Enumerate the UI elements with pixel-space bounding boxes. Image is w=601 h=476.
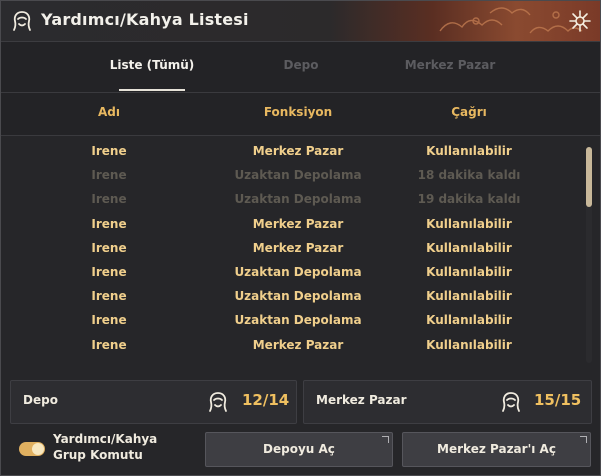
active-tab-indicator bbox=[119, 89, 185, 91]
group-command-toggle[interactable] bbox=[19, 442, 45, 456]
helper-name: Irene bbox=[91, 192, 127, 206]
table-row[interactable]: Irene Merkez Pazar Kullanılabilir bbox=[1, 238, 581, 262]
helper-call-status: Kullanılabilir bbox=[426, 217, 512, 231]
tab-central-market[interactable]: Merkez Pazar bbox=[391, 58, 509, 72]
helper-name: Irene bbox=[91, 338, 127, 352]
storage-counter: Depo 12/14 bbox=[10, 380, 297, 424]
helper-function: Uzaktan Depolama bbox=[234, 192, 362, 206]
column-header-call[interactable]: Çağrı bbox=[399, 105, 539, 119]
table-row[interactable]: Irene Uzaktan Depolama Kullanılabilir bbox=[1, 310, 581, 334]
helper-function: Merkez Pazar bbox=[252, 241, 344, 255]
open-market-button[interactable]: Merkez Pazar'ı Aç bbox=[402, 432, 591, 467]
tab-storage[interactable]: Depo bbox=[271, 58, 331, 72]
table-row[interactable]: Irene Uzaktan Depolama 19 dakika kaldı bbox=[1, 189, 581, 213]
helper-call-status: 18 dakika kaldı bbox=[417, 168, 521, 182]
helper-call-status: Kullanılabilir bbox=[426, 289, 512, 303]
corner-arrow-icon bbox=[580, 436, 587, 443]
market-counter-value: 15/15 bbox=[534, 391, 582, 409]
table-row[interactable]: Irene Merkez Pazar Kullanılabilir bbox=[1, 141, 581, 165]
group-command-label: Yardımcı/Kahya Grup Komutu bbox=[53, 432, 158, 462]
storage-counter-value: 12/14 bbox=[242, 391, 290, 409]
window-title: Yardımcı/Kahya Listesi bbox=[41, 10, 249, 29]
table-row[interactable]: Irene Merkez Pazar Kullanılabilir bbox=[1, 335, 581, 359]
corner-arrow-icon bbox=[382, 436, 389, 443]
helper-name: Irene bbox=[91, 241, 127, 255]
helper-function: Uzaktan Depolama bbox=[234, 289, 362, 303]
title-bar[interactable]: Yardımcı/Kahya Listesi bbox=[1, 1, 600, 42]
table-row[interactable]: Irene Uzaktan Depolama Kullanılabilir bbox=[1, 262, 581, 286]
helper-list-window: Yardımcı/Kahya Listesi Liste (Tümü) Depo… bbox=[0, 0, 601, 476]
column-headers: Adı Fonksiyon Çağrı bbox=[1, 93, 600, 136]
helper-call-status: Kullanılabilir bbox=[426, 265, 512, 279]
helper-function: Uzaktan Depolama bbox=[234, 313, 362, 327]
helper-function: Uzaktan Depolama bbox=[234, 265, 362, 279]
market-counter-label: Merkez Pazar bbox=[316, 393, 407, 407]
open-storage-label: Depoyu Aç bbox=[263, 442, 335, 456]
cloud-pattern-decoration bbox=[439, 7, 583, 34]
helper-function: Merkez Pazar bbox=[252, 217, 344, 231]
tab-list-all[interactable]: Liste (Tümü) bbox=[99, 58, 205, 72]
list-scrollbar-thumb[interactable] bbox=[586, 147, 592, 207]
helper-name: Irene bbox=[91, 144, 127, 158]
helper-call-status: Kullanılabilir bbox=[426, 338, 512, 352]
helper-name: Irene bbox=[91, 168, 127, 182]
helper-function: Merkez Pazar bbox=[252, 338, 344, 352]
helper-call-status: Kullanılabilir bbox=[426, 144, 512, 158]
helper-name: Irene bbox=[91, 313, 127, 327]
open-storage-button[interactable]: Depoyu Aç bbox=[205, 432, 393, 467]
column-header-name[interactable]: Adı bbox=[69, 105, 149, 119]
helper-head-icon bbox=[13, 11, 31, 31]
helper-head-icon bbox=[209, 392, 227, 412]
footer-bar: Yardımcı/Kahya Grup Komutu Depoyu Aç Mer… bbox=[1, 426, 600, 475]
table-row[interactable]: Irene Uzaktan Depolama 18 dakika kaldı bbox=[1, 165, 581, 189]
helper-function: Uzaktan Depolama bbox=[234, 168, 362, 182]
helper-name: Irene bbox=[91, 289, 127, 303]
open-market-label: Merkez Pazar'ı Aç bbox=[437, 442, 556, 456]
market-counter: Merkez Pazar 15/15 bbox=[303, 380, 592, 424]
toggle-knob bbox=[32, 443, 44, 455]
helper-name: Irene bbox=[91, 217, 127, 231]
helper-function: Merkez Pazar bbox=[252, 144, 344, 158]
storage-counter-label: Depo bbox=[23, 393, 58, 407]
helper-call-status: 19 dakika kaldı bbox=[417, 192, 521, 206]
table-row[interactable]: Irene Uzaktan Depolama Kullanılabilir bbox=[1, 286, 581, 310]
helper-call-status: Kullanılabilir bbox=[426, 241, 512, 255]
close-icon[interactable] bbox=[568, 9, 592, 33]
helper-name: Irene bbox=[91, 265, 127, 279]
tab-bar: Liste (Tümü) Depo Merkez Pazar bbox=[1, 42, 600, 93]
helper-call-status: Kullanılabilir bbox=[426, 313, 512, 327]
helper-list: Irene Merkez Pazar Kullanılabilir Irene … bbox=[1, 136, 600, 366]
table-row[interactable]: Irene Merkez Pazar Kullanılabilir bbox=[1, 214, 581, 238]
helper-head-icon bbox=[502, 392, 520, 412]
column-header-function[interactable]: Fonksiyon bbox=[213, 105, 383, 119]
